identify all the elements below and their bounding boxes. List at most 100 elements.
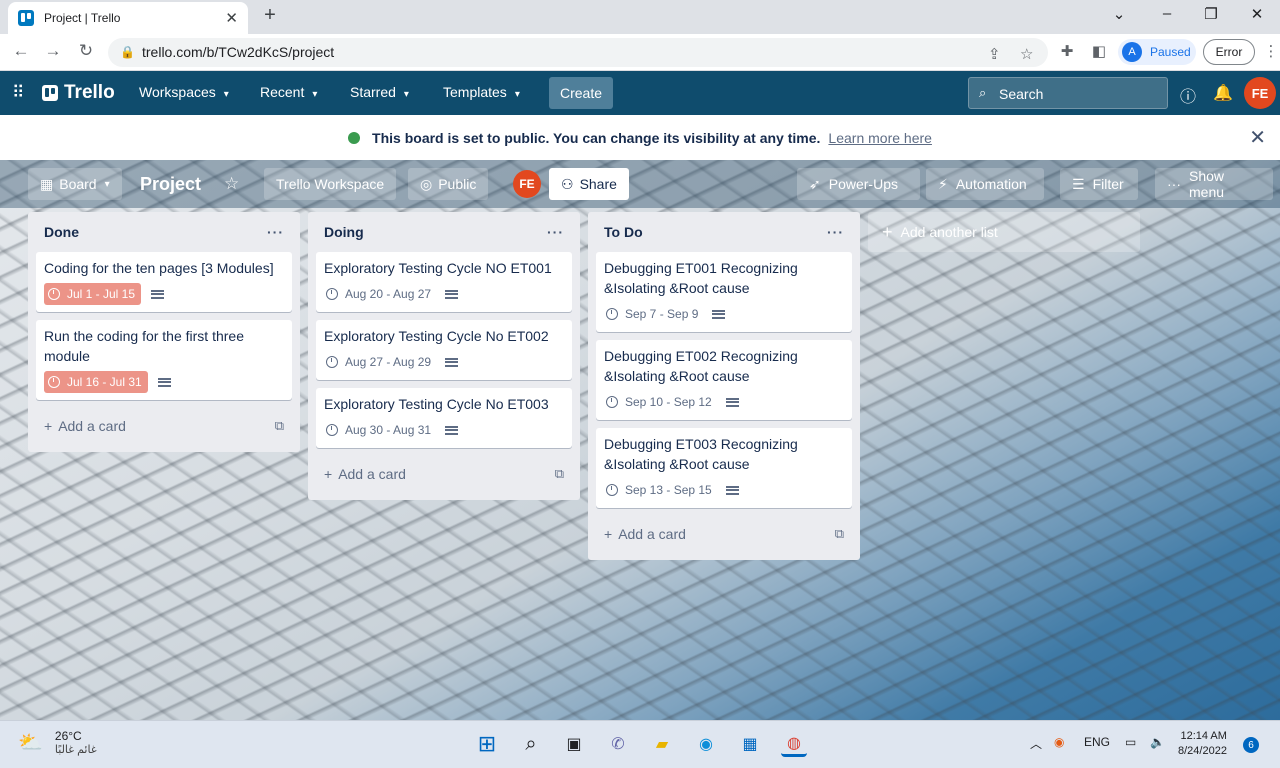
plus-icon: +: [44, 418, 53, 434]
share-person-icon: ⚇: [561, 175, 574, 192]
file-explorer-icon[interactable]: ▰: [649, 731, 675, 757]
bookmark-star-icon[interactable]: ☆: [1020, 45, 1033, 63]
card[interactable]: Run the coding for the first three modul…: [36, 320, 292, 400]
show-menu-button[interactable]: ··· Show menu: [1155, 168, 1273, 200]
new-tab-icon[interactable]: +: [258, 4, 282, 27]
card-template-icon[interactable]: ⧉: [275, 418, 284, 434]
visibility-globe-icon: ◎: [420, 175, 433, 192]
card[interactable]: Exploratory Testing Cycle NO ET001 Aug 2…: [316, 252, 572, 312]
board-view-switcher[interactable]: ▦ Board ▾: [28, 168, 122, 200]
menu-starred[interactable]: Starred ▾: [350, 84, 409, 100]
lock-icon: 🔒: [120, 45, 135, 59]
due-date-badge[interactable]: Aug 27 - Aug 29: [324, 351, 435, 373]
menu-workspaces[interactable]: Workspaces ▾: [139, 84, 229, 100]
due-date-badge[interactable]: Aug 20 - Aug 27: [324, 283, 435, 305]
filter-button[interactable]: ☰ Filter: [1060, 168, 1138, 200]
add-card-button[interactable]: + Add a card ⧉: [596, 516, 852, 552]
list-title[interactable]: Done: [44, 224, 79, 240]
add-card-button[interactable]: + Add a card ⧉: [316, 456, 572, 492]
app-switcher-icon[interactable]: ⠿: [12, 83, 24, 103]
share-button[interactable]: ⚇ Share: [549, 168, 629, 200]
search-input[interactable]: ⌕ Search: [968, 77, 1168, 109]
microsoft-store-icon[interactable]: ▦: [737, 731, 763, 757]
taskbar-search-icon[interactable]: ⌕: [518, 731, 544, 757]
side-panel-icon[interactable]: ◧: [1088, 42, 1110, 60]
list-title[interactable]: To Do: [604, 224, 643, 240]
address-bar[interactable]: 🔒 trello.com/b/TCw2dKcS/project ⇪ ☆: [108, 38, 1048, 67]
chrome-icon[interactable]: ◍: [781, 731, 807, 757]
share-page-icon[interactable]: ⇪: [988, 45, 1001, 63]
close-window-icon[interactable]: ✕: [1242, 5, 1272, 23]
system-clock[interactable]: 12:14 AM 8/24/2022: [1178, 729, 1227, 759]
profile-button[interactable]: A Paused: [1118, 39, 1196, 65]
menu-templates[interactable]: Templates ▾: [443, 84, 520, 100]
card[interactable]: Coding for the ten pages [3 Modules] Jul…: [36, 252, 292, 312]
reload-icon[interactable]: ↻: [75, 41, 97, 61]
workspace-button[interactable]: Trello Workspace: [264, 168, 397, 200]
create-button[interactable]: Create: [549, 77, 613, 109]
card-title: Run the coding for the first three modul…: [44, 328, 244, 364]
star-board-icon[interactable]: ☆: [224, 174, 239, 194]
add-list-button[interactable]: + Add another list: [868, 212, 1140, 252]
card-title: Coding for the ten pages [3 Modules]: [44, 260, 274, 276]
list-actions-icon[interactable]: ···: [547, 224, 564, 240]
profile-status: Paused: [1150, 45, 1191, 59]
maximize-icon[interactable]: ❐: [1196, 5, 1226, 23]
card[interactable]: Exploratory Testing Cycle No ET003 Aug 3…: [316, 388, 572, 448]
visibility-button[interactable]: ◎ Public: [408, 168, 489, 200]
card-template-icon[interactable]: ⧉: [835, 526, 844, 542]
card[interactable]: Debugging ET003 Recognizing &Isolating &…: [596, 428, 852, 508]
info-icon[interactable]: ⓘ: [1177, 83, 1199, 107]
list-header[interactable]: Doing ···: [316, 212, 572, 252]
notification-count-badge[interactable]: 6: [1243, 737, 1259, 753]
due-date-badge[interactable]: Sep 10 - Sep 12: [604, 391, 716, 413]
board-member-avatar[interactable]: FE: [513, 170, 541, 198]
board-title[interactable]: Project: [140, 174, 201, 195]
list-header[interactable]: Done ···: [36, 212, 292, 252]
close-banner-icon[interactable]: ✕: [1249, 125, 1266, 150]
extensions-icon[interactable]: ✚: [1056, 42, 1078, 60]
trello-logo[interactable]: Trello: [42, 82, 115, 104]
close-tab-icon[interactable]: ✕: [225, 9, 238, 27]
show-hidden-icons-icon[interactable]: ︿: [1030, 735, 1042, 752]
edge-browser-icon[interactable]: ◉: [693, 731, 719, 757]
browser-menu-icon[interactable]: ⋮: [1260, 42, 1280, 60]
browser-tab[interactable]: Project | Trello ✕: [8, 2, 248, 34]
due-date-badge[interactable]: Jul 1 - Jul 15: [44, 283, 142, 305]
teams-chat-icon[interactable]: ✆: [605, 731, 631, 757]
power-ups-button[interactable]: ➶ Power-Ups: [797, 168, 920, 200]
due-date-badge[interactable]: Aug 30 - Aug 31: [324, 419, 435, 441]
learn-more-link[interactable]: Learn more here: [828, 130, 932, 146]
minimize-icon[interactable]: –: [1152, 5, 1182, 22]
due-date-badge[interactable]: Jul 16 - Jul 31: [44, 371, 148, 393]
list-header[interactable]: To Do ···: [596, 212, 852, 252]
weather-widget[interactable]: ⛅ 26°C غائم غالبًا: [18, 729, 97, 756]
due-date-badge[interactable]: Sep 13 - Sep 15: [604, 479, 716, 501]
card[interactable]: Debugging ET001 Recognizing &Isolating &…: [596, 252, 852, 332]
language-indicator[interactable]: ENG: [1084, 735, 1110, 749]
start-windows-icon[interactable]: ⊞: [474, 731, 500, 757]
card[interactable]: Exploratory Testing Cycle No ET002 Aug 2…: [316, 320, 572, 380]
menu-recent[interactable]: Recent ▾: [260, 84, 317, 100]
search-icon: ⌕: [979, 85, 987, 100]
tab-search-chevron-icon[interactable]: ⌄: [1104, 5, 1134, 23]
card-template-icon[interactable]: ⧉: [555, 466, 564, 482]
list-actions-icon[interactable]: ···: [827, 224, 844, 240]
volume-icon[interactable]: 🔈: [1150, 735, 1165, 749]
back-icon[interactable]: ←: [10, 41, 32, 61]
network-icon[interactable]: ▭: [1125, 735, 1136, 749]
trello-header: ⠿ Trello Workspaces ▾ Recent ▾ Starred ▾ Te…: [0, 71, 1280, 115]
card[interactable]: Debugging ET002 Recognizing &Isolating &…: [596, 340, 852, 420]
forward-icon[interactable]: →: [42, 41, 64, 61]
add-card-button[interactable]: + Add a card ⧉: [36, 408, 292, 444]
list-actions-icon[interactable]: ···: [267, 224, 284, 240]
notifications-bell-icon[interactable]: 🔔: [1212, 83, 1234, 103]
tray-app-icon[interactable]: ◉: [1054, 735, 1064, 749]
board-view-icon: ▦: [40, 175, 54, 192]
error-button[interactable]: Error: [1203, 39, 1255, 65]
list-title[interactable]: Doing: [324, 224, 364, 240]
due-date-badge[interactable]: Sep 7 - Sep 9: [604, 303, 702, 325]
automation-button[interactable]: ⚡ Automation: [926, 168, 1044, 200]
task-view-icon[interactable]: ▣: [561, 731, 587, 757]
user-avatar[interactable]: FE: [1244, 77, 1276, 109]
